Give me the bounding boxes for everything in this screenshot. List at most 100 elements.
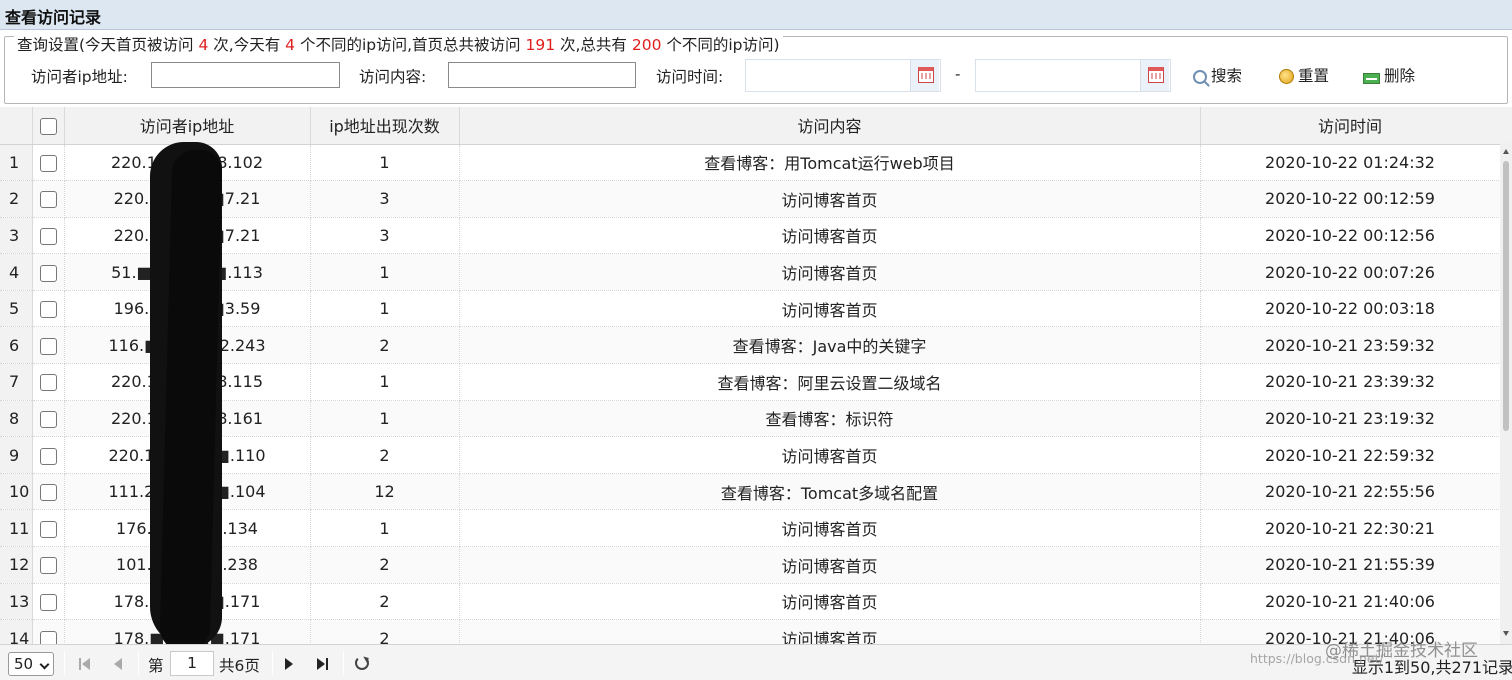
row-number-header xyxy=(0,107,33,145)
cell-count: 1 xyxy=(310,509,460,548)
row-checkbox[interactable] xyxy=(32,473,65,511)
first-page-button[interactable] xyxy=(79,657,93,671)
row-checkbox[interactable] xyxy=(32,436,65,474)
table-row[interactable]: 9220.1■■■■■.1102访问博客首页2020-10-21 22:59:3… xyxy=(0,436,1500,474)
panel-title: 查看访问记录 xyxy=(5,8,102,27)
checkbox[interactable] xyxy=(39,191,57,209)
cell-count: 2 xyxy=(310,583,460,621)
checkbox[interactable] xyxy=(39,484,57,502)
row-checkbox[interactable] xyxy=(32,326,65,365)
column-header-time[interactable]: 访问时间 xyxy=(1200,107,1500,145)
checkbox[interactable] xyxy=(39,447,57,465)
column-header-ip[interactable]: 访问者ip地址 xyxy=(64,107,311,145)
page-size-select[interactable]: 50 xyxy=(8,652,54,676)
row-number: 14 xyxy=(0,619,33,644)
table-row[interactable]: 1220.1■■■■8.1021查看博客：用Tomcat运行web项目2020-… xyxy=(0,144,1500,182)
table-row[interactable]: 3220.■■■■■7.213访问博客首页2020-10-22 00:12:56 xyxy=(0,217,1500,255)
checkbox[interactable] xyxy=(39,630,57,644)
table-row[interactable]: 7220.1■■■■8.1151查看博客：阿里云设置二级域名2020-10-21… xyxy=(0,363,1500,401)
select-all-checkbox[interactable] xyxy=(32,107,65,145)
row-checkbox[interactable] xyxy=(32,583,65,621)
column-header-content[interactable]: 访问内容 xyxy=(459,107,1201,145)
time-end-calendar-button[interactable] xyxy=(1140,60,1169,91)
cell-count: 2 xyxy=(310,619,460,644)
scroll-down-icon[interactable] xyxy=(1503,631,1509,636)
time-start-calendar-button[interactable] xyxy=(910,60,939,91)
row-checkbox[interactable] xyxy=(32,290,65,328)
divider xyxy=(272,651,273,675)
checkbox[interactable] xyxy=(39,410,57,428)
checkbox[interactable] xyxy=(39,337,57,355)
refresh-icon[interactable] xyxy=(355,656,369,670)
cell-content: 访问博客首页 xyxy=(459,619,1201,644)
visit-records-grid: 访问者ip地址 ip地址出现次数 访问内容 访问时间 1220.1■■■■8.1… xyxy=(0,107,1500,644)
table-row[interactable]: 5196.■■■■■3.591访问博客首页2020-10-22 00:03:18 xyxy=(0,290,1500,328)
scroll-up-icon[interactable] xyxy=(1503,149,1509,154)
content-filter-input[interactable] xyxy=(448,62,636,88)
calendar-icon xyxy=(918,67,934,83)
header-corner xyxy=(1500,107,1512,143)
current-page-input[interactable]: 1 xyxy=(170,651,214,676)
row-checkbox[interactable] xyxy=(32,400,65,438)
checkbox[interactable] xyxy=(39,520,57,538)
row-checkbox[interactable] xyxy=(32,619,65,644)
cell-content: 访问博客首页 xyxy=(459,546,1201,584)
table-row[interactable]: 6116.■■■■■2.2432查看博客：Java中的关键字2020-10-21… xyxy=(0,326,1500,365)
checkbox[interactable] xyxy=(39,264,57,282)
row-number: 3 xyxy=(0,217,33,255)
row-checkbox[interactable] xyxy=(32,144,65,182)
checkbox[interactable] xyxy=(39,227,57,245)
column-header-count[interactable]: ip地址出现次数 xyxy=(310,107,460,145)
cell-time: 2020-10-22 00:03:18 xyxy=(1200,290,1500,328)
checkbox[interactable] xyxy=(39,557,57,575)
row-number: 12 xyxy=(0,546,33,584)
table-row[interactable]: 12101.■■■■2.2382访问博客首页2020-10-21 21:55:3… xyxy=(0,546,1500,584)
prev-page-button[interactable] xyxy=(113,657,127,671)
last-page-button[interactable] xyxy=(317,657,331,671)
cell-count: 1 xyxy=(310,363,460,401)
checkbox[interactable] xyxy=(39,301,57,319)
cell-time: 2020-10-21 22:55:56 xyxy=(1200,473,1500,511)
checkbox[interactable] xyxy=(39,154,57,172)
next-page-button[interactable] xyxy=(284,657,298,671)
row-number: 1 xyxy=(0,144,33,182)
reset-button[interactable]: 重置 xyxy=(1279,64,1329,86)
ip-filter-input[interactable] xyxy=(151,62,340,88)
cell-time: 2020-10-22 00:12:56 xyxy=(1200,217,1500,255)
page-prefix: 第 xyxy=(148,657,164,675)
cell-count: 12 xyxy=(310,473,460,511)
delete-button[interactable]: 删除 xyxy=(1363,64,1415,86)
row-checkbox[interactable] xyxy=(32,217,65,255)
scrollbar-thumb[interactable] xyxy=(1503,161,1509,431)
search-button[interactable]: 搜索 xyxy=(1193,64,1242,86)
table-row[interactable]: 8220.1■■■■8.1611查看博客：标识符2020-10-21 23:19… xyxy=(0,400,1500,438)
row-checkbox[interactable] xyxy=(32,509,65,548)
delete-icon xyxy=(1363,73,1380,84)
table-row[interactable]: 2220.■■■■■7.213访问博客首页2020-10-22 00:12:59 xyxy=(0,180,1500,218)
row-number: 11 xyxy=(0,509,33,548)
first-page-icon xyxy=(79,658,81,670)
cell-time: 2020-10-21 23:39:32 xyxy=(1200,363,1500,401)
checkbox[interactable] xyxy=(39,374,57,392)
cell-time: 2020-10-21 22:59:32 xyxy=(1200,436,1500,474)
cell-content: 查看博客：Tomcat多域名配置 xyxy=(459,473,1201,511)
row-number: 5 xyxy=(0,290,33,328)
row-checkbox[interactable] xyxy=(32,546,65,584)
cell-time: 2020-10-21 21:40:06 xyxy=(1200,583,1500,621)
table-row[interactable]: 11176.■■■■0.1341访问博客首页2020-10-21 22:30:2… xyxy=(0,509,1500,548)
watermark-brand: @稀土掘金技术社区 xyxy=(1325,641,1478,661)
prev-page-icon xyxy=(114,658,122,670)
table-row[interactable]: 10111.2■■■■■.10412查看博客：Tomcat多域名配置2020-1… xyxy=(0,473,1500,511)
today-home-visits: 4 xyxy=(198,36,209,54)
table-row[interactable]: 14178.■■■■■.1712访问博客首页2020-10-21 21:40:0… xyxy=(0,619,1500,644)
row-checkbox[interactable] xyxy=(32,180,65,218)
chevron-down-icon xyxy=(39,659,50,670)
table-row[interactable]: 451.■■■■■■.1131访问博客首页2020-10-22 00:07:26 xyxy=(0,253,1500,291)
row-checkbox[interactable] xyxy=(32,253,65,291)
row-number: 2 xyxy=(0,180,33,218)
table-row[interactable]: 13178.■■■■■.1712访问博客首页2020-10-21 21:40:0… xyxy=(0,583,1500,621)
cell-count: 1 xyxy=(310,144,460,182)
vertical-scrollbar[interactable] xyxy=(1500,143,1512,644)
row-checkbox[interactable] xyxy=(32,363,65,401)
checkbox[interactable] xyxy=(39,593,57,611)
